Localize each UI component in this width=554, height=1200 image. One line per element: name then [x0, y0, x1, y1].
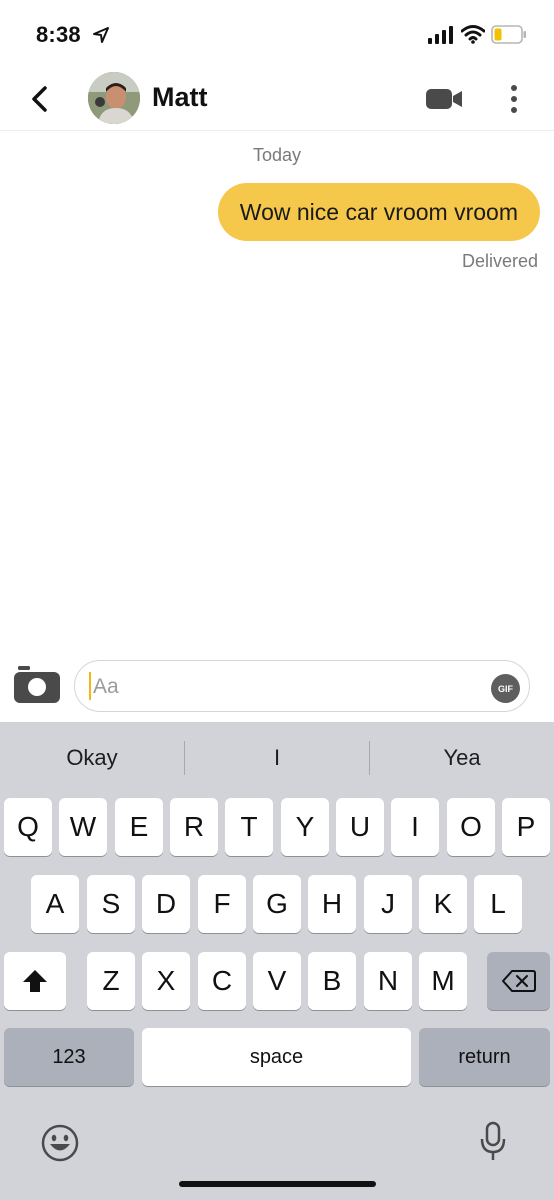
message-text: Wow nice car vroom vroom — [239, 198, 518, 225]
key-e[interactable]: E — [115, 798, 163, 856]
back-chevron-icon[interactable] — [28, 84, 52, 114]
key-q[interactable]: Q — [4, 798, 52, 856]
gif-button[interactable]: GIF — [491, 674, 520, 703]
key-t[interactable]: T — [225, 798, 273, 856]
key-m[interactable]: M — [419, 952, 467, 1010]
home-indicator — [179, 1181, 376, 1187]
emoji-icon[interactable] — [40, 1123, 80, 1163]
key-n[interactable]: N — [364, 952, 412, 1010]
wifi-icon — [461, 25, 485, 44]
message-input[interactable] — [74, 660, 530, 712]
key-w[interactable]: W — [59, 798, 107, 856]
status-time: 8:38 — [36, 22, 81, 47]
key-i[interactable]: I — [391, 798, 439, 856]
key-h[interactable]: H — [308, 875, 356, 933]
camera-icon[interactable] — [14, 666, 60, 704]
key-c[interactable]: C — [198, 952, 246, 1010]
key-g[interactable]: G — [253, 875, 301, 933]
contact-avatar[interactable] — [88, 72, 140, 124]
contact-name[interactable]: Matt — [152, 82, 208, 113]
key-o[interactable]: O — [447, 798, 495, 856]
battery-icon — [491, 25, 526, 44]
suggestion-item[interactable]: Okay — [0, 745, 184, 771]
key-k[interactable]: K — [419, 875, 467, 933]
key-s[interactable]: S — [87, 875, 135, 933]
location-arrow-icon — [93, 27, 109, 43]
conversation-header — [0, 70, 554, 131]
message-input-placeholder: Aa — [93, 675, 119, 698]
key-x[interactable]: X — [142, 952, 190, 1010]
key-j[interactable]: J — [364, 875, 412, 933]
message-status: Delivered — [461, 251, 538, 271]
key-z[interactable]: Z — [87, 952, 135, 1010]
key-y[interactable]: Y — [281, 798, 329, 856]
key-p[interactable]: P — [502, 798, 550, 856]
more-options-icon[interactable] — [508, 84, 520, 114]
key-f[interactable]: F — [198, 875, 246, 933]
key-v[interactable]: V — [253, 952, 301, 1010]
cellular-signal-icon — [428, 26, 453, 44]
key-r[interactable]: R — [170, 798, 218, 856]
suggestion-item[interactable]: Yea — [370, 745, 554, 771]
key-a[interactable]: A — [31, 875, 79, 933]
key-d[interactable]: D — [142, 875, 190, 933]
text-caret — [89, 672, 91, 700]
sent-message-bubble[interactable]: Wow nice car vroom vroom — [217, 183, 540, 241]
numbers-key[interactable]: 123 — [4, 1028, 134, 1086]
key-u[interactable]: U — [336, 798, 384, 856]
return-key[interactable]: return — [419, 1028, 550, 1086]
key-b[interactable]: B — [308, 952, 356, 1010]
video-call-icon[interactable] — [426, 88, 464, 110]
shift-arrow-icon — [23, 970, 47, 992]
suggestion-item[interactable]: I — [185, 745, 369, 771]
space-key[interactable]: space — [142, 1028, 411, 1086]
delete-key[interactable] — [487, 952, 550, 1010]
shift-key[interactable] — [4, 952, 66, 1010]
date-divider: Today — [252, 145, 302, 165]
key-l[interactable]: L — [474, 875, 522, 933]
backspace-icon — [501, 970, 536, 992]
microphone-icon[interactable] — [479, 1121, 507, 1163]
